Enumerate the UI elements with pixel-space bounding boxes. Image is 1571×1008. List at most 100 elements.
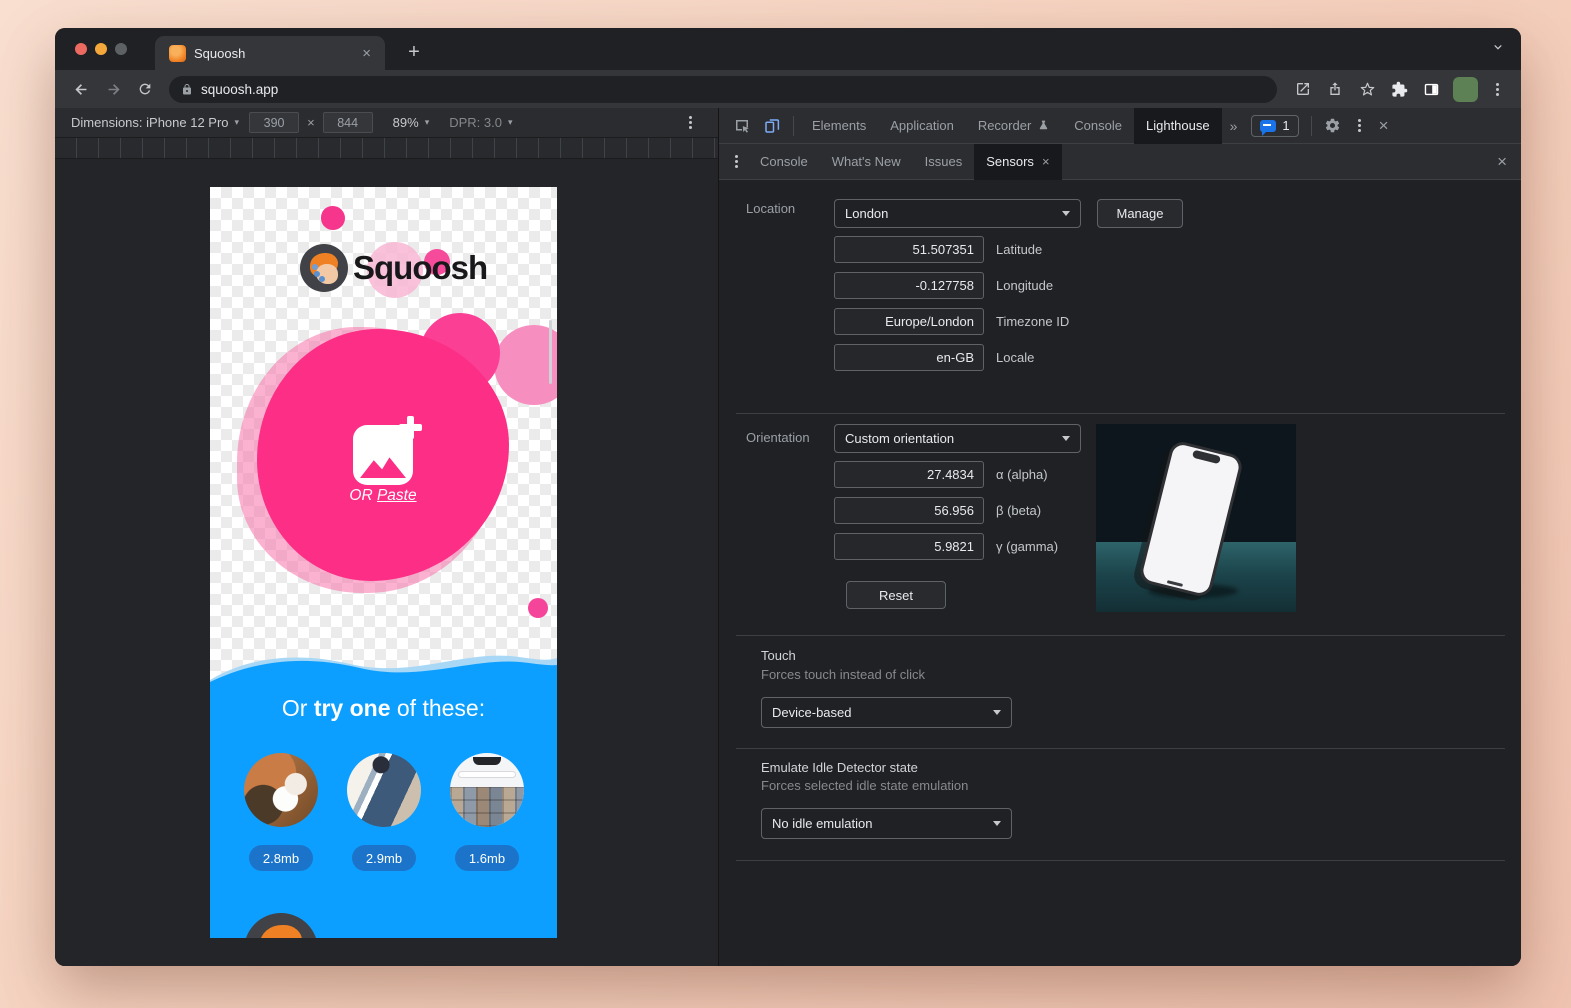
toolbar-separator bbox=[793, 116, 794, 136]
logo-hand-orange bbox=[260, 925, 302, 938]
thumb-notch bbox=[473, 757, 501, 765]
longitude-input[interactable] bbox=[834, 272, 984, 299]
latitude-label: Latitude bbox=[996, 236, 1042, 263]
viewport-width-input[interactable] bbox=[249, 112, 299, 133]
gamma-input[interactable] bbox=[834, 533, 984, 560]
pink-dot-decoration bbox=[321, 206, 345, 230]
settings-gear-icon[interactable] bbox=[1318, 113, 1348, 139]
open-in-new-icon[interactable] bbox=[1289, 75, 1317, 103]
blob-pink-right bbox=[494, 325, 557, 405]
paste-link[interactable]: Paste bbox=[377, 487, 417, 504]
reload-button[interactable] bbox=[131, 75, 159, 103]
add-image-icon[interactable] bbox=[353, 425, 413, 485]
or-label: OR bbox=[349, 487, 377, 504]
viewport-height-input[interactable] bbox=[323, 112, 373, 133]
orientation-select[interactable]: Custom orientation bbox=[834, 424, 1081, 453]
panda-thumbnail[interactable] bbox=[244, 753, 318, 827]
drawer-tab-issues[interactable]: Issues bbox=[913, 144, 975, 180]
dpr-dropdown-icon[interactable]: ▾ bbox=[508, 117, 513, 128]
idle-title: Emulate Idle Detector state bbox=[761, 760, 918, 775]
drawer-kebab-icon[interactable] bbox=[735, 160, 738, 163]
tab-close-icon[interactable]: × bbox=[358, 45, 375, 62]
size-badge: 2.8mb bbox=[249, 845, 313, 871]
window-close-button[interactable] bbox=[75, 43, 87, 55]
reset-button[interactable]: Reset bbox=[846, 581, 946, 609]
orientation-selected-value: Custom orientation bbox=[845, 431, 954, 446]
bookmark-star-icon[interactable] bbox=[1353, 75, 1381, 103]
sample-image-artwork[interactable]: 2.9mb bbox=[347, 753, 421, 871]
browser-window: Squoosh × + squoosh.app bbox=[55, 28, 1521, 966]
orientation-label: Orientation bbox=[746, 430, 810, 445]
timezone-input[interactable] bbox=[834, 308, 984, 335]
beta-input[interactable] bbox=[834, 497, 984, 524]
extensions-puzzle-icon[interactable] bbox=[1385, 75, 1413, 103]
squoosh-favicon-icon bbox=[169, 45, 186, 62]
tab-application[interactable]: Application bbox=[878, 108, 966, 144]
drawer-close-icon[interactable]: × bbox=[1489, 152, 1515, 172]
inspect-element-icon[interactable] bbox=[727, 113, 757, 139]
dimensions-dropdown-icon[interactable]: ▾ bbox=[235, 117, 240, 128]
alpha-input[interactable] bbox=[834, 461, 984, 488]
location-label: Location bbox=[746, 201, 795, 216]
forward-button[interactable] bbox=[99, 75, 127, 103]
devtools-menu-kebab-icon[interactable] bbox=[1358, 124, 1361, 127]
experiment-flask-icon bbox=[1037, 119, 1050, 132]
touch-selected-value: Device-based bbox=[772, 705, 852, 720]
tab-search-chevron-icon[interactable] bbox=[1491, 40, 1505, 54]
dpr-label[interactable]: DPR: 3.0 bbox=[449, 115, 502, 130]
thumb-photo-grid bbox=[450, 787, 524, 827]
issues-counter[interactable]: 1 bbox=[1251, 115, 1298, 137]
share-icon[interactable] bbox=[1321, 75, 1349, 103]
drawer-toolbar: Console What's New Issues Sensors × × bbox=[719, 144, 1521, 180]
window-zoom-button[interactable] bbox=[115, 43, 127, 55]
phone-screenshot-thumbnail[interactable] bbox=[450, 753, 524, 827]
drawer-tab-sensors-label: Sensors bbox=[986, 154, 1034, 169]
locale-input[interactable] bbox=[834, 344, 984, 371]
zoom-dropdown-icon[interactable]: ▾ bbox=[425, 117, 430, 128]
drawer-tab-sensors[interactable]: Sensors × bbox=[974, 144, 1061, 180]
traffic-lights bbox=[75, 43, 127, 55]
browser-menu-kebab-icon[interactable] bbox=[1496, 88, 1499, 91]
logo-hand-fist bbox=[316, 264, 338, 284]
tab-recorder[interactable]: Recorder bbox=[966, 108, 1062, 144]
back-button[interactable] bbox=[67, 75, 95, 103]
tab-recorder-label: Recorder bbox=[978, 118, 1031, 133]
url-bar[interactable]: squoosh.app bbox=[169, 76, 1277, 103]
touch-select[interactable]: Device-based bbox=[761, 697, 1012, 728]
section-divider bbox=[736, 413, 1505, 414]
toggle-device-toolbar-icon[interactable] bbox=[757, 113, 787, 139]
phone-port bbox=[1167, 580, 1183, 587]
tab-elements[interactable]: Elements bbox=[800, 108, 878, 144]
issues-bubble-icon bbox=[1260, 120, 1276, 132]
gamma-label: γ (gamma) bbox=[996, 533, 1058, 560]
manage-button[interactable]: Manage bbox=[1097, 199, 1183, 228]
tab-title: Squoosh bbox=[194, 46, 358, 61]
browser-tab-squoosh[interactable]: Squoosh × bbox=[155, 36, 385, 70]
phone-notch bbox=[1192, 450, 1221, 465]
orientation-phone-preview[interactable] bbox=[1096, 424, 1296, 612]
touch-subtitle: Forces touch instead of click bbox=[761, 667, 925, 682]
sample-image-phone[interactable]: 1.6mb bbox=[450, 753, 524, 871]
new-tab-button[interactable]: + bbox=[400, 38, 428, 66]
zoom-level[interactable]: 89% bbox=[393, 115, 419, 130]
latitude-input[interactable] bbox=[834, 236, 984, 263]
address-toolbar: squoosh.app bbox=[55, 70, 1521, 108]
more-tabs-icon[interactable]: » bbox=[1222, 118, 1246, 134]
drawer-tab-console[interactable]: Console bbox=[748, 144, 820, 180]
device-toolbar-kebab-icon[interactable] bbox=[689, 121, 692, 124]
window-minimize-button[interactable] bbox=[95, 43, 107, 55]
sensors-tab-close-icon[interactable]: × bbox=[1042, 154, 1050, 169]
location-select[interactable]: London bbox=[834, 199, 1081, 228]
devtools-close-icon[interactable]: × bbox=[1371, 116, 1397, 136]
tab-console[interactable]: Console bbox=[1062, 108, 1134, 144]
drawer-tab-whats-new[interactable]: What's New bbox=[820, 144, 913, 180]
tab-lighthouse[interactable]: Lighthouse bbox=[1134, 108, 1222, 144]
app-scrollbar[interactable] bbox=[549, 320, 552, 384]
sample-image-panda[interactable]: 2.8mb bbox=[244, 753, 318, 871]
side-panel-icon[interactable] bbox=[1417, 75, 1445, 103]
profile-avatar[interactable] bbox=[1453, 77, 1478, 102]
dimensions-label[interactable]: Dimensions: iPhone 12 Pro bbox=[71, 115, 229, 130]
artwork-thumbnail[interactable] bbox=[347, 753, 421, 827]
plus-horizontal-bar bbox=[399, 424, 422, 431]
idle-select[interactable]: No idle emulation bbox=[761, 808, 1012, 839]
